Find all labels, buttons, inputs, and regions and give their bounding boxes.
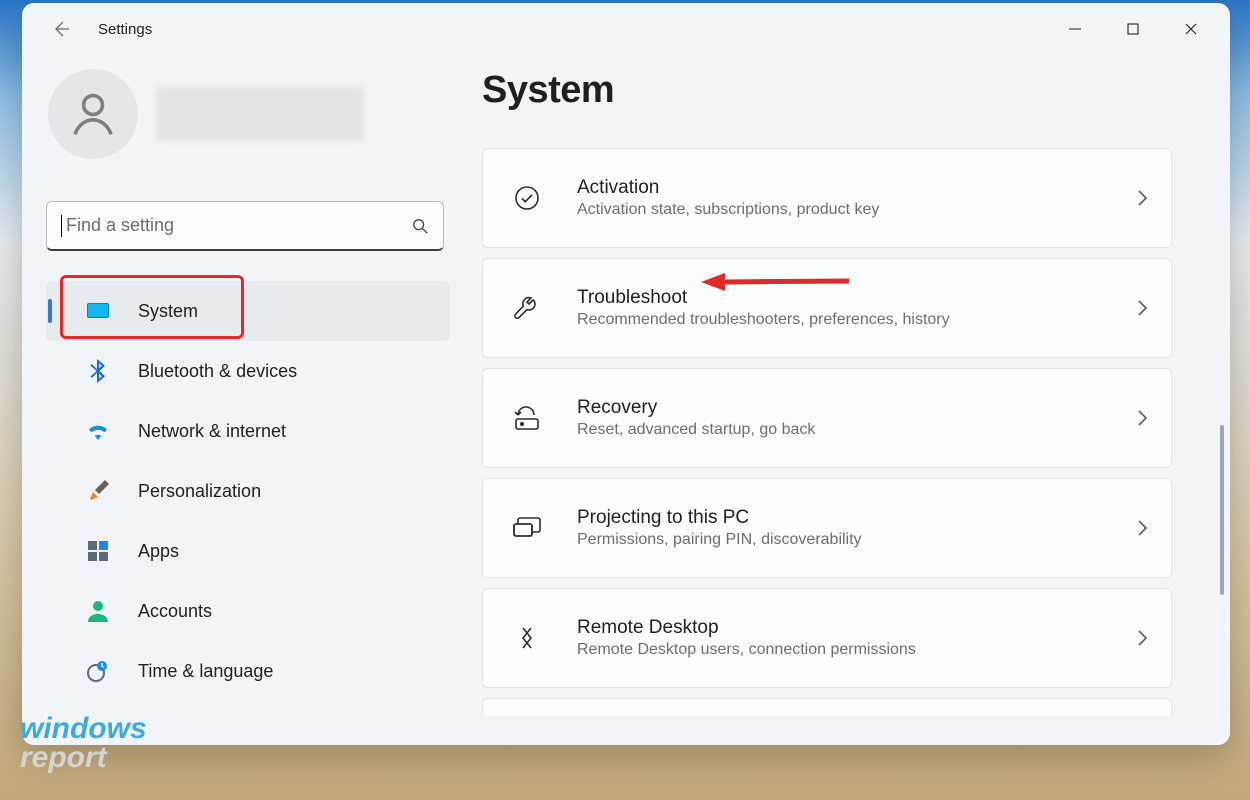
titlebar: Settings (22, 3, 1230, 55)
chevron-right-icon (1135, 408, 1149, 428)
wrench-icon (507, 288, 547, 328)
card-title: Troubleshoot (577, 287, 1135, 309)
card-title: Remote Desktop (577, 617, 1135, 639)
close-icon (1184, 22, 1198, 36)
page-title: System (482, 69, 1230, 112)
back-arrow-icon (51, 19, 71, 39)
app-title: Settings (98, 21, 152, 38)
sidebar-item-system[interactable]: System (46, 281, 450, 341)
bluetooth-icon (86, 359, 110, 383)
clock-globe-icon (86, 659, 110, 683)
sidebar-item-apps[interactable]: Apps (46, 521, 478, 581)
card-troubleshoot[interactable]: Troubleshoot Recommended troubleshooters… (482, 258, 1172, 358)
wifi-icon (86, 419, 110, 443)
back-button[interactable] (46, 14, 76, 44)
card-title: Recovery (577, 397, 1135, 419)
main-content: System Activation Activation state, subs… (482, 55, 1230, 745)
checkmark-circle-icon (507, 178, 547, 218)
settings-window: Settings Find a se (22, 3, 1230, 745)
recovery-icon (507, 398, 547, 438)
sidebar-item-personalization[interactable]: Personalization (46, 461, 478, 521)
text-caret (61, 215, 62, 237)
settings-card-list: Activation Activation state, subscriptio… (482, 148, 1172, 716)
paintbrush-icon (86, 479, 110, 503)
profile-name-redacted (156, 87, 364, 141)
sidebar-item-network[interactable]: Network & internet (46, 401, 478, 461)
maximize-button[interactable] (1104, 8, 1162, 50)
profile-section[interactable] (22, 69, 482, 159)
card-subtitle: Recommended troubleshooters, preferences… (577, 311, 1135, 329)
search-icon (411, 217, 429, 235)
card-partial-next[interactable] (482, 698, 1172, 716)
sidebar-item-label: Bluetooth & devices (138, 361, 297, 382)
sidebar-item-accounts[interactable]: Accounts (46, 581, 478, 641)
sidebar-item-bluetooth[interactable]: Bluetooth & devices (46, 341, 478, 401)
chevron-right-icon (1135, 628, 1149, 648)
search-input[interactable]: Find a setting (46, 201, 444, 251)
sidebar-item-label: Accounts (138, 601, 212, 622)
chevron-right-icon (1135, 188, 1149, 208)
chevron-right-icon (1135, 518, 1149, 538)
sidebar-item-label: Personalization (138, 481, 261, 502)
card-title: Projecting to this PC (577, 507, 1135, 529)
user-icon (66, 87, 120, 141)
search-placeholder: Find a setting (66, 215, 411, 236)
sidebar-item-label: Apps (138, 541, 179, 562)
nav-list: System Bluetooth & devices Network & int… (22, 281, 482, 701)
minimize-button[interactable] (1046, 8, 1104, 50)
card-remote-desktop[interactable]: Remote Desktop Remote Desktop users, con… (482, 588, 1172, 688)
card-projecting[interactable]: Projecting to this PC Permissions, pairi… (482, 478, 1172, 578)
sidebar: Find a setting System Bluetooth & d (22, 55, 482, 745)
projecting-icon (507, 508, 547, 548)
card-title: Activation (577, 177, 1135, 199)
card-activation[interactable]: Activation Activation state, subscriptio… (482, 148, 1172, 248)
sidebar-item-label: System (138, 301, 198, 322)
card-subtitle: Permissions, pairing PIN, discoverabilit… (577, 531, 1135, 549)
remote-desktop-icon (507, 618, 547, 658)
card-subtitle: Reset, advanced startup, go back (577, 421, 1135, 439)
close-button[interactable] (1162, 8, 1220, 50)
chevron-right-icon (1135, 298, 1149, 318)
apps-icon (86, 539, 110, 563)
minimize-icon (1068, 22, 1082, 36)
card-subtitle: Remote Desktop users, connection permiss… (577, 641, 1135, 659)
avatar (48, 69, 138, 159)
maximize-icon (1126, 22, 1140, 36)
card-recovery[interactable]: Recovery Reset, advanced startup, go bac… (482, 368, 1172, 468)
sidebar-item-time-language[interactable]: Time & language (46, 641, 478, 701)
sidebar-item-label: Network & internet (138, 421, 286, 442)
card-subtitle: Activation state, subscriptions, product… (577, 201, 1135, 219)
scrollbar-thumb[interactable] (1220, 425, 1224, 595)
display-icon (86, 299, 110, 323)
person-icon (86, 599, 110, 623)
sidebar-item-label: Time & language (138, 661, 273, 682)
